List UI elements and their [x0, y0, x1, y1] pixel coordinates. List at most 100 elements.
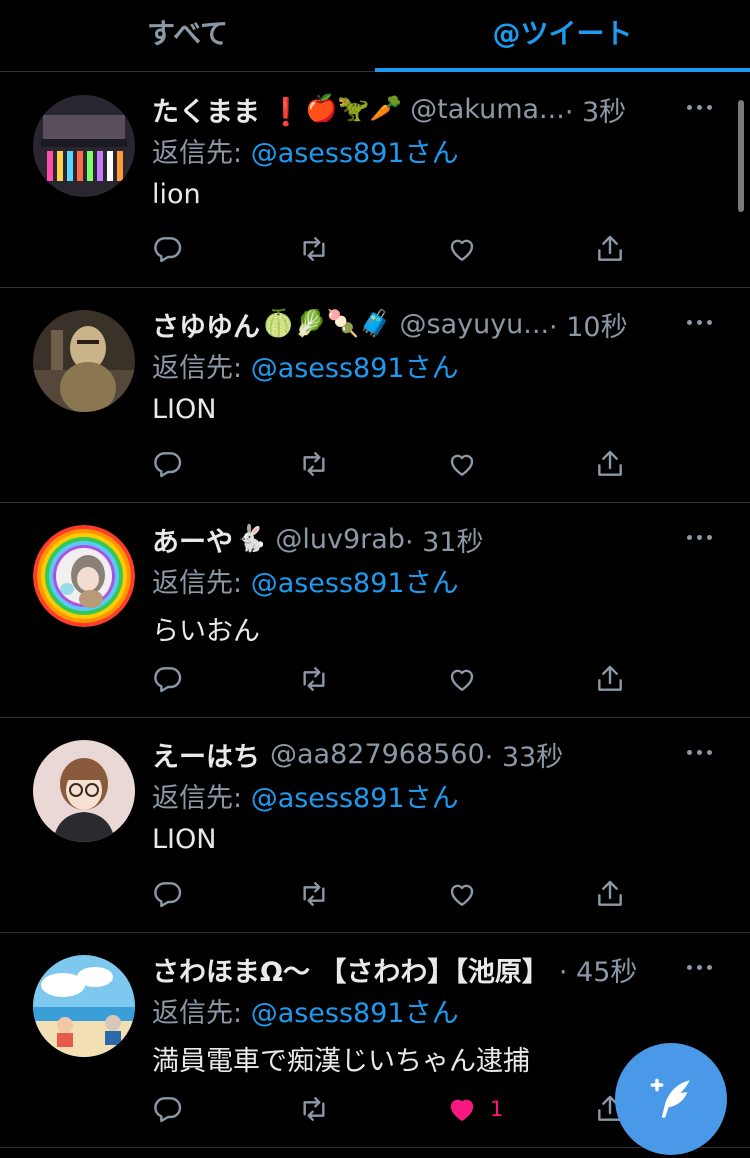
heart-icon [450, 454, 474, 476]
reply-button[interactable] [152, 229, 184, 269]
more-dots-icon[interactable] [684, 95, 714, 119]
tweet-header: さゆゆん 🍈🥬🍡🧳 @sayuyu... · 10秒 [152, 304, 690, 344]
display-name[interactable]: えーはち [152, 735, 260, 774]
share-button[interactable] [594, 444, 626, 484]
tab-bar: すべて @ツイート [0, 0, 750, 72]
avatar[interactable] [33, 95, 135, 197]
heart-icon [450, 1099, 474, 1121]
tweet-text: lion [152, 179, 201, 210]
timestamp[interactable]: · 33秒 [485, 735, 564, 774]
avatar[interactable] [33, 955, 135, 1057]
reply-context: 返信先: @asess891さん [152, 346, 459, 385]
retweet-button[interactable] [298, 229, 330, 269]
tweet-header: えーはち @aa827968560 · 33秒 [152, 734, 690, 774]
timestamp[interactable]: · 31秒 [405, 520, 484, 559]
tweet-header: たくまま ❗ 🍎🦖🥕 @takuma... · 3秒 [152, 89, 690, 129]
timestamp[interactable]: · 45秒 [559, 950, 638, 989]
tweet-text: 満員電車で痴漢じいちゃん逮捕 [152, 1046, 530, 1077]
like-button[interactable] [446, 229, 490, 269]
reply-prefix: 返信先: [152, 138, 251, 169]
user-handle[interactable]: @aa827968560 [270, 739, 485, 770]
display-name[interactable]: さゆゆん [152, 305, 260, 344]
retweet-button[interactable] [298, 444, 330, 484]
like-button[interactable] [446, 874, 490, 914]
avatar[interactable] [33, 525, 135, 627]
tweet[interactable]: さゆゆん 🍈🥬🍡🧳 @sayuyu... · 10秒 返信先: @asess89… [0, 288, 750, 503]
tweet[interactable]: たくまま ❗ 🍎🦖🥕 @takuma... · 3秒 返信先: @asess89… [0, 73, 750, 288]
reply-icon [154, 1097, 182, 1123]
tweet-text: LION [152, 824, 217, 855]
share-icon [598, 235, 622, 261]
like-button[interactable] [446, 659, 490, 699]
more-dots-icon[interactable] [684, 310, 714, 334]
tweet-actions [152, 659, 632, 699]
reply-icon [154, 667, 182, 693]
mention-link[interactable]: @asess891さん [251, 783, 459, 814]
avatar[interactable] [33, 740, 135, 842]
tab-all[interactable]: すべて [0, 0, 375, 71]
more-dots-icon[interactable] [684, 740, 714, 764]
like-count: 1 [490, 1097, 504, 1121]
compose-feather-icon [650, 1078, 690, 1118]
heart-icon [450, 239, 474, 261]
mention-link[interactable]: @asess891さん [251, 568, 459, 599]
reply-context: 返信先: @asess891さん [152, 131, 459, 170]
user-handle[interactable]: @takuma... [410, 94, 565, 125]
display-name[interactable]: さわほまΩ〜 【さわわ】【池原】 [152, 950, 549, 989]
retweet-icon [303, 452, 325, 476]
name-emojis: 🍎🦖🥕 [305, 94, 403, 124]
reply-prefix: 返信先: [152, 783, 251, 814]
mention-link[interactable]: @asess891さん [251, 353, 459, 384]
share-icon [598, 450, 622, 476]
mention-link[interactable]: @asess891さん [251, 998, 459, 1029]
tweet[interactable]: あーや 🐇 @luv9rab · 31秒 返信先: @asess891さん らい… [0, 503, 750, 718]
compose-tweet-button[interactable] [615, 1043, 727, 1155]
tweet-actions [152, 444, 632, 484]
user-handle[interactable]: @luv9rab [275, 524, 405, 555]
share-button[interactable] [594, 874, 626, 914]
name-emojis: 🐇 [235, 524, 268, 554]
timestamp[interactable]: · 10秒 [549, 305, 628, 344]
tweet-text: らいおん [152, 616, 260, 647]
reply-context: 返信先: @asess891さん [152, 561, 459, 600]
reply-icon [154, 882, 182, 908]
display-name[interactable]: たくまま ❗ [152, 90, 303, 129]
share-icon [598, 665, 622, 691]
user-handle[interactable]: @sayuyu... [400, 309, 550, 340]
reply-icon [154, 237, 182, 263]
tab-mentions[interactable]: @ツイート [375, 0, 750, 72]
tweet-text: LION [152, 394, 217, 425]
more-dots-icon[interactable] [684, 525, 714, 549]
tweet[interactable]: えーはち @aa827968560 · 33秒 返信先: @asess891さん… [0, 718, 750, 933]
reply-button[interactable] [152, 874, 184, 914]
reply-icon [154, 452, 182, 478]
display-name[interactable]: あーや [152, 520, 233, 559]
retweet-button[interactable] [298, 874, 330, 914]
more-dots-icon[interactable] [684, 955, 714, 979]
reply-prefix: 返信先: [152, 353, 251, 384]
scrollbar[interactable] [738, 100, 744, 212]
share-icon [598, 880, 622, 906]
like-button[interactable] [446, 444, 490, 484]
reply-context: 返信先: @asess891さん [152, 776, 459, 815]
retweet-icon [303, 1097, 325, 1121]
share-button[interactable] [594, 229, 626, 269]
reply-button[interactable] [152, 659, 184, 699]
tweet-actions: 1 [152, 1089, 632, 1129]
reply-button[interactable] [152, 444, 184, 484]
tweet-header: あーや 🐇 @luv9rab · 31秒 [152, 519, 690, 559]
like-button[interactable]: 1 [446, 1089, 503, 1129]
reply-context: 返信先: @asess891さん [152, 991, 459, 1030]
retweet-icon [303, 237, 325, 261]
mention-link[interactable]: @asess891さん [251, 138, 459, 169]
avatar[interactable] [33, 310, 135, 412]
reply-prefix: 返信先: [152, 568, 251, 599]
reply-button[interactable] [152, 1089, 184, 1129]
timestamp[interactable]: · 3秒 [565, 90, 626, 129]
tweet-feed: たくまま ❗ 🍎🦖🥕 @takuma... · 3秒 返信先: @asess89… [0, 73, 750, 1148]
retweet-button[interactable] [298, 659, 330, 699]
retweet-icon [303, 667, 325, 691]
retweet-button[interactable] [298, 1089, 330, 1129]
share-button[interactable] [594, 659, 626, 699]
heart-icon [450, 884, 474, 906]
